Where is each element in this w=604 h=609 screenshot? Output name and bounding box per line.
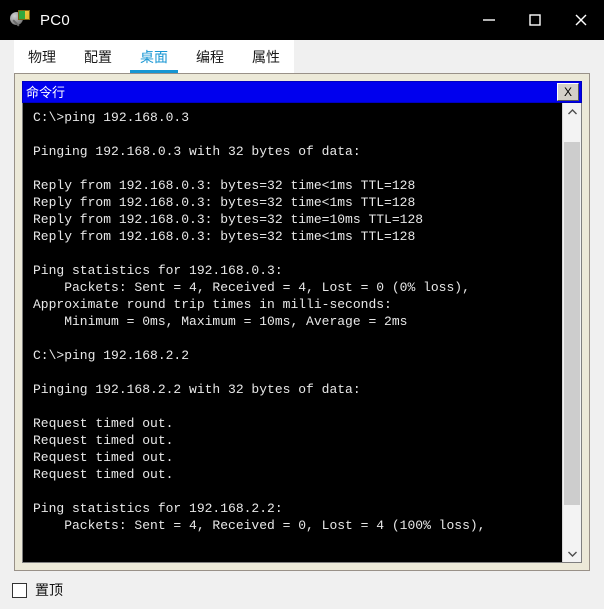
maximize-icon[interactable] xyxy=(512,0,558,40)
tab-physical[interactable]: 物理 xyxy=(14,40,70,73)
console-scrollbar[interactable] xyxy=(562,103,581,562)
minimize-icon[interactable] xyxy=(466,0,512,40)
tab-programming[interactable]: 编程 xyxy=(182,40,238,73)
console-line: Pinging 192.168.0.3 with 32 bytes of dat… xyxy=(33,144,361,159)
pc0-window: PC0 物理 配置 桌面 编程 属性 命令行 X C:\>ping 192.16… xyxy=(0,0,604,609)
console-line: Ping statistics for 192.168.2.2: xyxy=(33,501,283,516)
console-line: Approximate round trip times in milli-se… xyxy=(33,297,392,312)
console-line: Ping statistics for 192.168.0.3: xyxy=(33,263,283,278)
console-line: Request timed out. xyxy=(33,416,174,431)
console-line: Reply from 192.168.0.3: bytes=32 time<1m… xyxy=(33,229,416,244)
chevron-up-icon[interactable] xyxy=(563,103,581,121)
tab-strip: 物理 配置 桌面 编程 属性 xyxy=(0,40,604,73)
console-line: Packets: Sent = 4, Received = 4, Lost = … xyxy=(33,280,470,295)
command-prompt-window: 命令行 X C:\>ping 192.168.0.3 Pinging 192.1… xyxy=(22,81,582,563)
console-line: Packets: Sent = 4, Received = 0, Lost = … xyxy=(33,518,486,533)
window-controls xyxy=(466,0,604,40)
console-line: Request timed out. xyxy=(33,467,174,482)
window-title: PC0 xyxy=(40,11,71,29)
chevron-down-icon[interactable] xyxy=(563,544,581,562)
tab-desktop[interactable]: 桌面 xyxy=(126,40,182,73)
command-prompt-body: C:\>ping 192.168.0.3 Pinging 192.168.0.3… xyxy=(22,103,582,563)
scrollbar-track[interactable] xyxy=(563,121,581,544)
footer-bar: 置顶 xyxy=(0,571,604,609)
always-on-top-checkbox[interactable] xyxy=(12,582,27,598)
desktop-panel: 命令行 X C:\>ping 192.168.0.3 Pinging 192.1… xyxy=(14,73,590,571)
tab-attributes[interactable]: 属性 xyxy=(238,40,294,73)
console-line: Reply from 192.168.0.3: bytes=32 time<1m… xyxy=(33,178,416,193)
console-line: Reply from 192.168.0.3: bytes=32 time=10… xyxy=(33,212,424,227)
command-prompt-title: 命令行 xyxy=(26,84,66,100)
command-prompt-close-button[interactable]: X xyxy=(557,83,579,101)
always-on-top-label: 置顶 xyxy=(35,582,63,598)
console-line: C:\>ping 192.168.0.3 xyxy=(33,110,190,125)
packet-tracer-pc-icon xyxy=(10,9,32,31)
console-line: Request timed out. xyxy=(33,450,174,465)
close-icon[interactable] xyxy=(558,0,604,40)
console-line: C:\>ping 192.168.2.2 xyxy=(33,348,190,363)
console-output[interactable]: C:\>ping 192.168.0.3 Pinging 192.168.0.3… xyxy=(23,103,562,562)
tab-config[interactable]: 配置 xyxy=(70,40,126,73)
window-titlebar: PC0 xyxy=(0,0,604,40)
console-line: Reply from 192.168.0.3: bytes=32 time<1m… xyxy=(33,195,416,210)
console-line: Request timed out. xyxy=(33,433,174,448)
scrollbar-thumb[interactable] xyxy=(564,142,580,505)
command-prompt-titlebar: 命令行 X xyxy=(22,81,582,103)
console-line: Minimum = 0ms, Maximum = 10ms, Average =… xyxy=(33,314,408,329)
console-line: Pinging 192.168.2.2 with 32 bytes of dat… xyxy=(33,382,361,397)
